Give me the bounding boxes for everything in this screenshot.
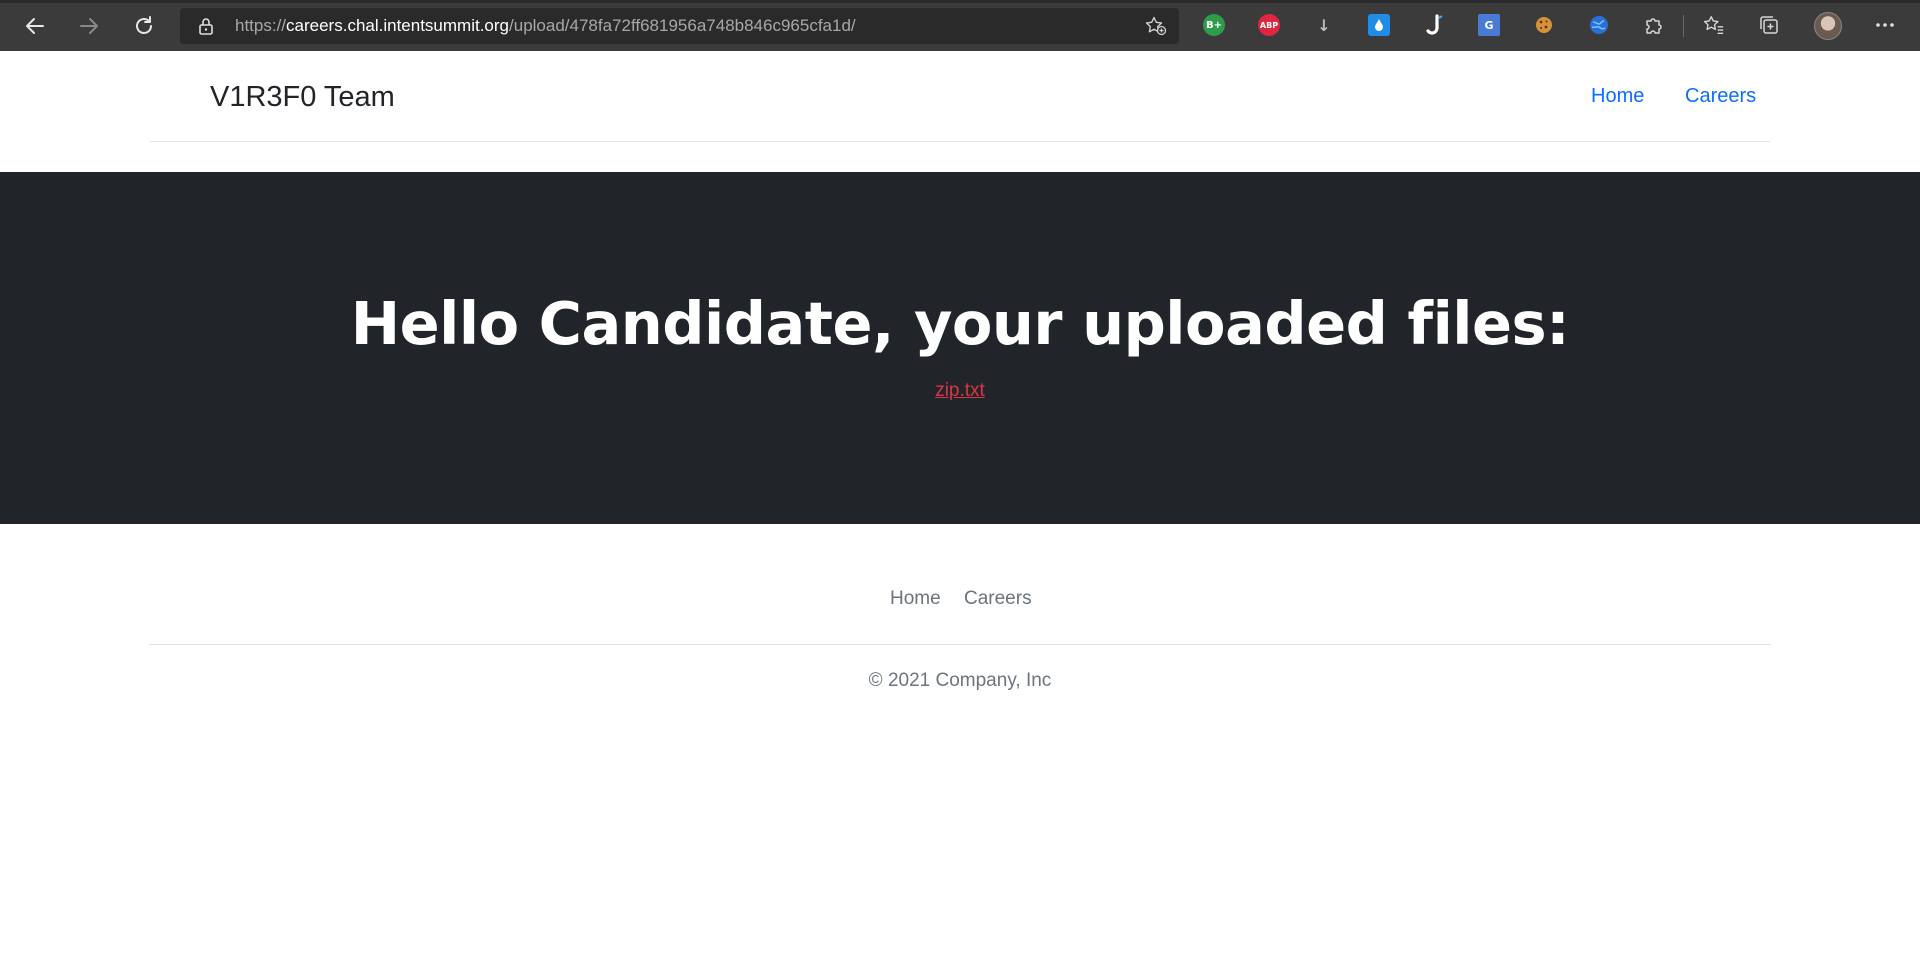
toolbar-divider [1683, 15, 1684, 37]
uploaded-file-link[interactable]: zip.txt [0, 380, 1920, 402]
site-footer: Home Careers © 2021 Company, Inc [0, 524, 1920, 965]
url-scheme: https:// [235, 16, 287, 35]
star-list-icon [1703, 16, 1724, 34]
copyright-text: © 2021 Company, Inc [868, 670, 1052, 691]
profile-avatar[interactable] [1814, 12, 1842, 40]
brand-name[interactable]: V1R3F0 Team [210, 81, 395, 114]
collections-shape-icon [1760, 16, 1778, 34]
globe-icon [1590, 16, 1608, 34]
back-arrow-icon [26, 18, 44, 34]
hero-section: Hello Candidate, your uploaded files: zi… [0, 172, 1920, 524]
lock-icon[interactable] [198, 17, 214, 35]
back-button[interactable] [17, 8, 53, 44]
j-extension-icon[interactable] [1423, 14, 1445, 36]
google-translate-icon[interactable]: G [1478, 14, 1500, 36]
nav-home-link[interactable]: Home [1591, 85, 1644, 108]
raindrop-icon[interactable] [1368, 14, 1390, 36]
j-logo-icon [1426, 14, 1443, 35]
url-host: careers.chal.intentsummit.org [286, 16, 510, 35]
hero-title: Hello Candidate, your uploaded files: [350, 289, 1570, 358]
extension-label: ABP [1259, 20, 1279, 30]
cookie-shape-icon [1536, 17, 1552, 33]
ellipsis-icon [1876, 23, 1894, 27]
globe-extension-icon[interactable] [1588, 14, 1610, 36]
forward-button[interactable] [71, 8, 107, 44]
collections-icon[interactable] [1758, 14, 1780, 36]
adblock-plus-icon[interactable]: ABP [1258, 14, 1280, 36]
extension-label: ↓ [1317, 15, 1331, 35]
extension-label: G [1484, 18, 1494, 32]
address-bar[interactable]: https://careers.chal.intentsummit.org/up… [180, 8, 1179, 44]
grammarly-extension-icon[interactable]: B+ [1203, 14, 1225, 36]
extension-label: B+ [1205, 19, 1222, 31]
browser-toolbar: https://careers.chal.intentsummit.org/up… [0, 0, 1920, 51]
footer-home-link[interactable]: Home [890, 588, 941, 610]
cookie-icon[interactable] [1533, 14, 1555, 36]
extensions-puzzle-icon[interactable] [1643, 14, 1665, 36]
url-text[interactable]: https://careers.chal.intentsummit.org/up… [235, 8, 856, 44]
forward-arrow-icon [80, 18, 98, 34]
footer-divider [150, 644, 1770, 645]
add-favorite-icon[interactable] [1145, 16, 1167, 36]
header-divider [150, 141, 1770, 142]
favorites-icon[interactable] [1703, 14, 1725, 36]
drop-icon [1375, 19, 1383, 31]
url-path: /upload/478fa72ff681956a748b846c965cfa1d… [509, 16, 856, 35]
download-icon[interactable]: ↓ [1313, 14, 1335, 36]
refresh-icon [136, 16, 152, 34]
browser-top-accent [0, 0, 1920, 3]
footer-careers-link[interactable]: Careers [964, 588, 1032, 610]
site-header: V1R3F0 Team Home Careers [0, 51, 1920, 172]
puzzle-icon [1646, 18, 1662, 34]
nav-careers-link[interactable]: Careers [1685, 85, 1756, 108]
more-options-icon[interactable] [1874, 14, 1896, 36]
refresh-button[interactable] [126, 8, 162, 44]
